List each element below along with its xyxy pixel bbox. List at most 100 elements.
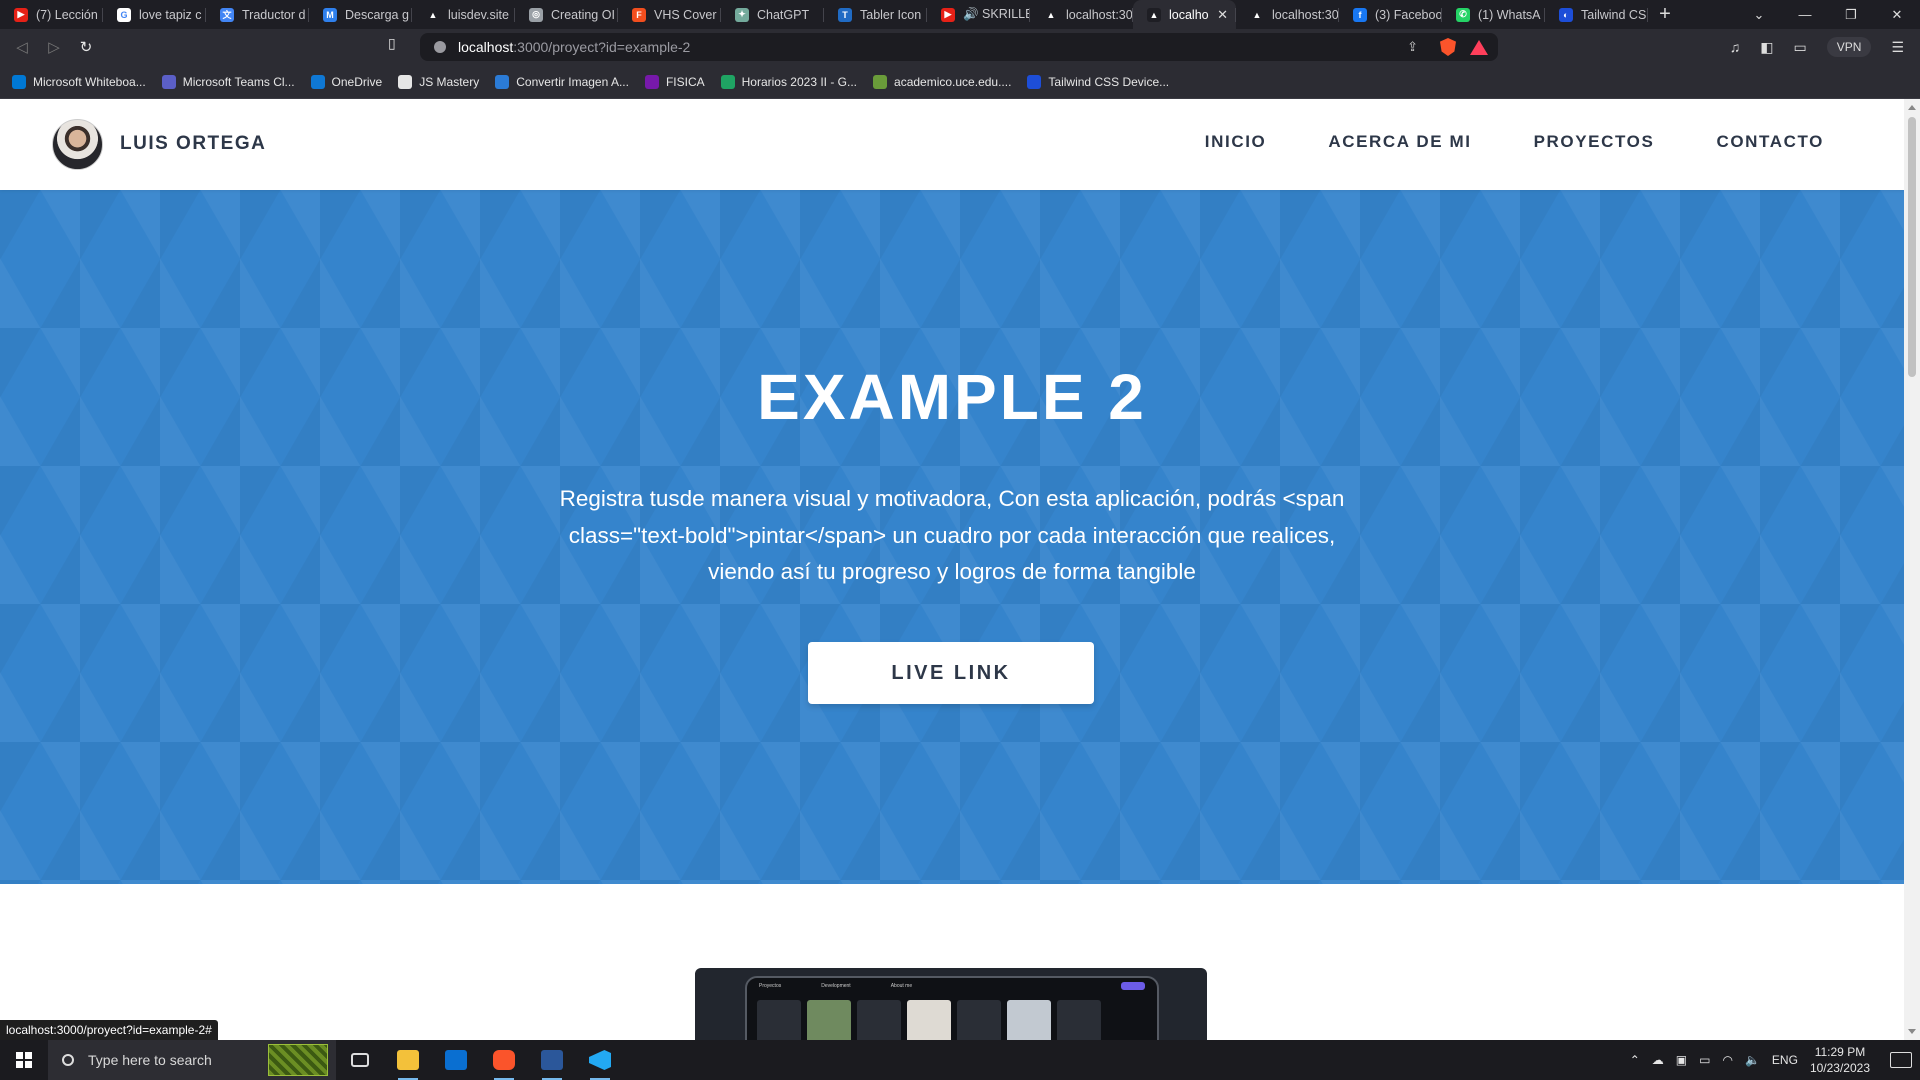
tab-title: love tapiz c [139, 7, 202, 22]
close-tab-icon[interactable]: ✕ [1217, 7, 1228, 23]
bookmark-item[interactable]: FISICA [644, 74, 705, 89]
browser-tab[interactable]: ▶ 🔊 SKRILLE [927, 0, 1030, 29]
tab-title: Tabler Icon [860, 7, 922, 22]
vscode-icon[interactable] [576, 1040, 624, 1080]
media-icon[interactable]: ♫ [1730, 39, 1741, 55]
menu-item-inicio[interactable]: INICIO [1205, 132, 1267, 152]
bookmark-item[interactable]: OneDrive [310, 74, 382, 89]
bookmark-label: Horarios 2023 II - G... [741, 74, 858, 89]
tab-favicon-icon: M [323, 7, 337, 22]
scroll-up-icon[interactable] [1908, 105, 1916, 110]
browser-tab[interactable]: ▲ localho ✕ [1133, 0, 1236, 29]
browser-tab[interactable]: ✦ ChatGPT [721, 0, 824, 29]
browser-tab[interactable]: ◐ Tailwind CS [1545, 0, 1648, 29]
bookmark-item[interactable]: JS Mastery [398, 74, 479, 89]
site-brand[interactable]: LUIS ORTEGA [120, 133, 266, 155]
toolbar-actions: ♫ ◧ ▭ VPN ☰ [1730, 29, 1904, 65]
avatar[interactable] [52, 119, 103, 170]
vpn-button[interactable]: VPN [1826, 37, 1872, 57]
clock[interactable]: 11:29 PM 10/23/2023 [1810, 1044, 1870, 1076]
brave-shields-icon[interactable] [1440, 38, 1456, 56]
address-bar[interactable]: localhost:3000/proyect?id=example-2 ⇪ [420, 33, 1498, 61]
site-menu: INICIO ACERCA DE MI PROYECTOS CONTACTO [1205, 132, 1824, 152]
system-tray: ⌃ ☁ ▣ ▭ ◠ 🔈 ENG 11:29 PM 10/23/2023 [1630, 1044, 1920, 1076]
tab-title: Descarga g [345, 7, 409, 22]
tab-list: ▶ (7) Lección Glove tapiz c 文 Traductor d M De… [0, 0, 1648, 29]
share-icon[interactable]: ⇪ [1407, 39, 1418, 55]
preview-cards [747, 994, 1157, 1040]
tab-favicon-icon: ▲ [1147, 7, 1161, 22]
web-page: LUIS ORTEGA INICIO ACERCA DE MI PROYECTO… [0, 99, 1904, 1040]
word-icon[interactable] [528, 1040, 576, 1080]
scrollbar-thumb[interactable] [1908, 117, 1916, 377]
bookmarks-bar: Microsoft Whiteboa... Microsoft Teams Cl.… [0, 65, 1920, 99]
browser-tab[interactable]: M Descarga g [309, 0, 412, 29]
site-info-icon[interactable] [434, 41, 446, 53]
brave-browser-icon[interactable] [480, 1040, 528, 1080]
tab-favicon-icon: 文 [220, 7, 234, 22]
start-button[interactable] [0, 1040, 48, 1080]
language-indicator[interactable]: ENG [1772, 1053, 1798, 1067]
browser-tab[interactable]: ✆ (1) WhatsA [1442, 0, 1545, 29]
menu-item-contacto[interactable]: CONTACTO [1716, 132, 1824, 152]
device-icon[interactable]: ▣ [1676, 1053, 1687, 1067]
reload-button[interactable]: ↻ [70, 32, 102, 62]
bookmark-label: Convertir Imagen A... [516, 74, 629, 89]
clock-time: 11:29 PM [1814, 1045, 1866, 1059]
scroll-down-icon[interactable] [1908, 1029, 1916, 1034]
browser-tab[interactable]: T Tabler Icon [824, 0, 927, 29]
bookmark-item[interactable]: Tailwind CSS Device... [1027, 74, 1169, 89]
browser-tab[interactable]: ▲ luisdev.site [412, 0, 515, 29]
url-host: localhost [458, 39, 514, 55]
browser-tab[interactable]: 文 Traductor d [206, 0, 309, 29]
taskbar-search[interactable]: Type here to search [48, 1040, 336, 1080]
bookmark-item[interactable]: academico.uce.edu.... [873, 74, 1011, 89]
volume-icon[interactable]: 🔈 [1745, 1053, 1760, 1067]
browser-tab[interactable]: ▲ localhost:30 [1236, 0, 1339, 29]
preview-button [1121, 982, 1145, 990]
wifi-icon[interactable]: ◠ [1722, 1053, 1732, 1067]
menu-item-proyectos[interactable]: PROYECTOS [1534, 132, 1655, 152]
browser-tab[interactable]: ▶ (7) Lección [0, 0, 103, 29]
bookmark-item[interactable]: Microsoft Whiteboa... [12, 74, 146, 89]
browser-tab[interactable]: F VHS Cover [618, 0, 721, 29]
onedrive-icon[interactable]: ☁ [1652, 1053, 1664, 1067]
sidebar-icon[interactable]: ◧ [1760, 39, 1773, 56]
browser-tab[interactable]: Glove tapiz c [103, 0, 206, 29]
task-view-icon[interactable] [336, 1040, 384, 1080]
tab-search-chevron-icon[interactable]: ⌄ [1736, 0, 1782, 29]
tray-chevron-icon[interactable]: ⌃ [1630, 1053, 1640, 1067]
bookmark-icon[interactable]: ▯ [388, 35, 396, 52]
bookmark-favicon-icon [161, 74, 176, 89]
preview-card [907, 1000, 951, 1040]
browser-tab[interactable]: ▲ localhost:30 [1030, 0, 1133, 29]
bookmark-item[interactable]: Horarios 2023 II - G... [720, 74, 858, 89]
menu-item-acerca-de-mi[interactable]: ACERCA DE MI [1328, 132, 1471, 152]
forward-button[interactable]: ▷ [38, 32, 70, 62]
menu-icon[interactable]: ☰ [1891, 39, 1904, 56]
tab-title: localhost:30 [1272, 7, 1339, 22]
tab-favicon-icon: ✦ [735, 7, 749, 22]
back-button[interactable]: ◁ [6, 32, 38, 62]
new-tab-button[interactable]: + [1648, 0, 1682, 29]
bookmark-favicon-icon [310, 74, 325, 89]
battery-icon[interactable]: ▭ [1699, 1053, 1710, 1067]
bookmark-item[interactable]: Convertir Imagen A... [495, 74, 629, 89]
close-window-button[interactable]: ✕ [1874, 0, 1920, 29]
page-scrollbar[interactable] [1904, 99, 1920, 1040]
notification-icon[interactable] [1890, 1052, 1912, 1068]
restore-button[interactable]: ❐ [1828, 0, 1874, 29]
mail-icon[interactable] [432, 1040, 480, 1080]
wallet-icon[interactable]: ▭ [1794, 39, 1807, 56]
browser-tab[interactable]: ◎ Creating OI [515, 0, 618, 29]
tab-title: Creating OI [551, 7, 615, 22]
preview-nav-item: Proyectos [759, 983, 782, 989]
minimize-button[interactable]: — [1782, 0, 1828, 29]
bookmark-item[interactable]: Microsoft Teams Cl... [161, 74, 295, 89]
tab-favicon-icon: f [1353, 7, 1367, 22]
brave-rewards-icon[interactable] [1470, 39, 1488, 55]
live-link-button[interactable]: LIVE LINK [808, 642, 1094, 704]
file-explorer-icon[interactable] [384, 1040, 432, 1080]
tab-favicon-icon: ▲ [1044, 7, 1058, 22]
browser-tab[interactable]: f (3) Faceboo [1339, 0, 1442, 29]
